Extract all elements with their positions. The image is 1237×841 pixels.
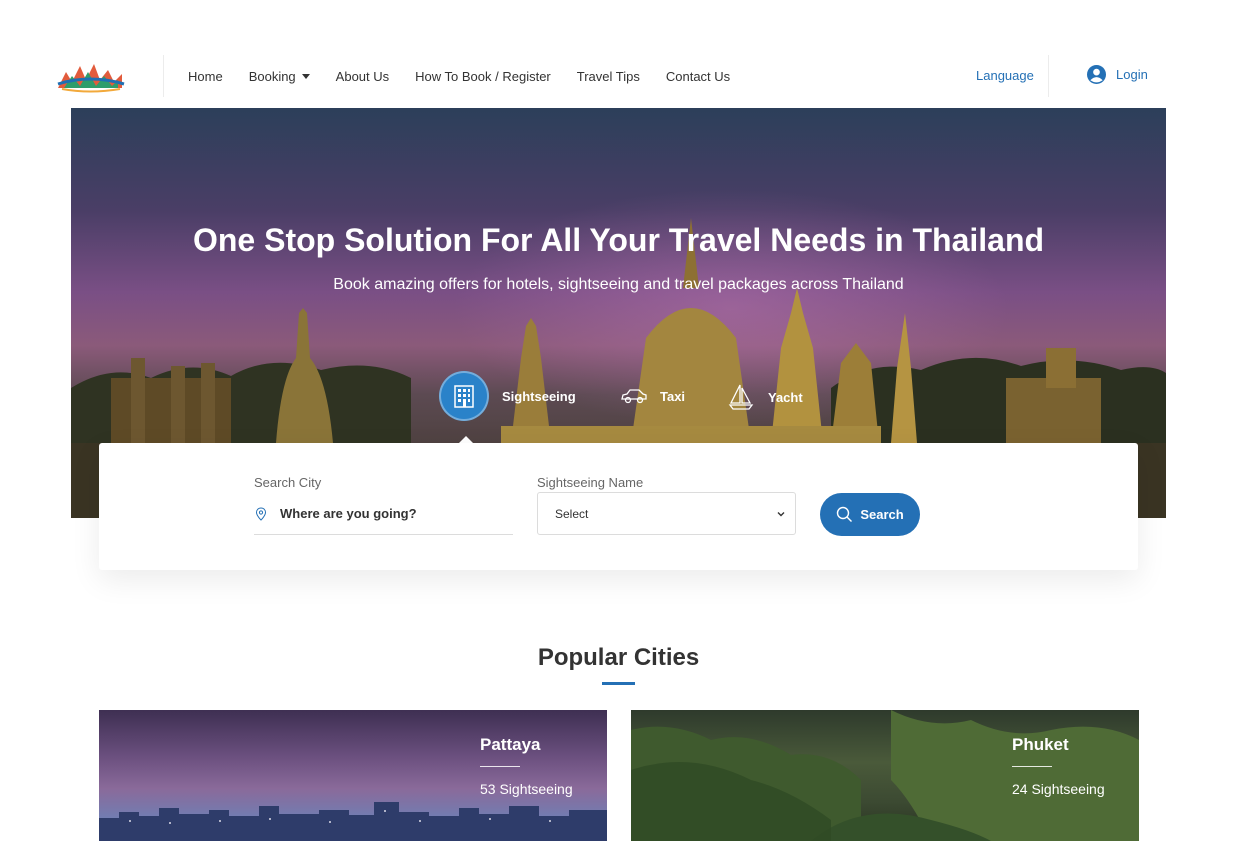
- search-form: Search City Sightseeing Name Select Sear…: [99, 443, 1138, 570]
- city-sightseeing-count: 53 Sightseeing: [480, 781, 573, 797]
- car-icon: [621, 389, 647, 404]
- city-name-divider: [480, 766, 520, 767]
- building-icon: [454, 385, 474, 408]
- pattaya-city-image: [99, 802, 607, 841]
- tab-yacht[interactable]: Yacht: [728, 383, 803, 411]
- site-logo[interactable]: [54, 58, 126, 98]
- tab-taxi[interactable]: Taxi: [620, 386, 685, 406]
- login-label: Login: [1116, 67, 1148, 82]
- language-link[interactable]: Language: [976, 68, 1034, 83]
- logo-divider: [163, 55, 164, 97]
- sightseeing-select-value: Select: [555, 506, 589, 521]
- sightseeing-select[interactable]: Select: [537, 492, 796, 535]
- phuket-city-image: [631, 710, 1139, 841]
- search-button-label: Search: [860, 507, 904, 522]
- tab-taxi-label: Taxi: [660, 388, 686, 404]
- search-city-input[interactable]: [280, 506, 500, 521]
- site-header: Home Booking About Us How To Book / Regi…: [0, 44, 1237, 108]
- city-name-divider: [1012, 766, 1052, 767]
- language-divider: [1048, 55, 1049, 97]
- caret-down-icon: [301, 73, 310, 79]
- nav-contact-us[interactable]: Contact Us: [666, 69, 730, 84]
- sightseeing-name-label: Sightseeing Name: [537, 475, 644, 490]
- search-button[interactable]: Search: [820, 493, 920, 536]
- nav-about-us-label: About Us: [335, 68, 390, 84]
- main-nav: Home Booking About Us How To Book / Regi…: [188, 44, 756, 108]
- popular-cities-title: Popular Cities: [537, 644, 700, 671]
- tab-sightseeing-circle: [439, 371, 489, 421]
- location-pin-icon: [255, 506, 267, 521]
- chevron-down-icon: [777, 511, 785, 516]
- city-name: Pattaya: [480, 735, 541, 754]
- nav-booking-label: Booking: [248, 68, 296, 84]
- city-card-pattaya[interactable]: Pattaya 53 Sightseeing: [99, 710, 607, 841]
- hero-subtitle: Book amazing offers for hotels, sightsee…: [333, 276, 904, 293]
- nav-travel-tips[interactable]: Travel Tips: [577, 69, 640, 84]
- popular-title-underline: [602, 682, 635, 685]
- nav-home[interactable]: Home: [188, 69, 223, 84]
- search-icon: [837, 506, 853, 522]
- city-name: Phuket: [1012, 735, 1069, 754]
- nav-how-to-book-label: How To Book / Register: [415, 68, 551, 84]
- tab-sightseeing[interactable]: Sightseeing: [439, 371, 576, 421]
- search-city-field[interactable]: [254, 493, 513, 535]
- nav-booking[interactable]: Booking: [249, 69, 310, 84]
- search-city-label: Search City: [254, 475, 322, 490]
- user-circle-icon: [1087, 65, 1106, 84]
- tab-sightseeing-label: Sightseeing: [502, 388, 576, 404]
- nav-home-label: Home: [188, 68, 223, 84]
- city-card-phuket[interactable]: Phuket 24 Sightseeing: [631, 710, 1139, 841]
- login-button[interactable]: Login: [1087, 65, 1148, 84]
- nav-contact-us-label: Contact Us: [665, 68, 731, 84]
- tab-yacht-label: Yacht: [768, 389, 803, 405]
- sailboat-icon: [728, 384, 754, 410]
- active-tab-pointer: [459, 436, 473, 443]
- hero-title: One Stop Solution For All Your Travel Ne…: [192, 222, 1045, 258]
- nav-how-to-book[interactable]: How To Book / Register: [415, 69, 551, 84]
- city-sightseeing-count: 24 Sightseeing: [1012, 781, 1105, 797]
- nav-travel-tips-label: Travel Tips: [576, 68, 640, 84]
- nav-about-us[interactable]: About Us: [336, 69, 389, 84]
